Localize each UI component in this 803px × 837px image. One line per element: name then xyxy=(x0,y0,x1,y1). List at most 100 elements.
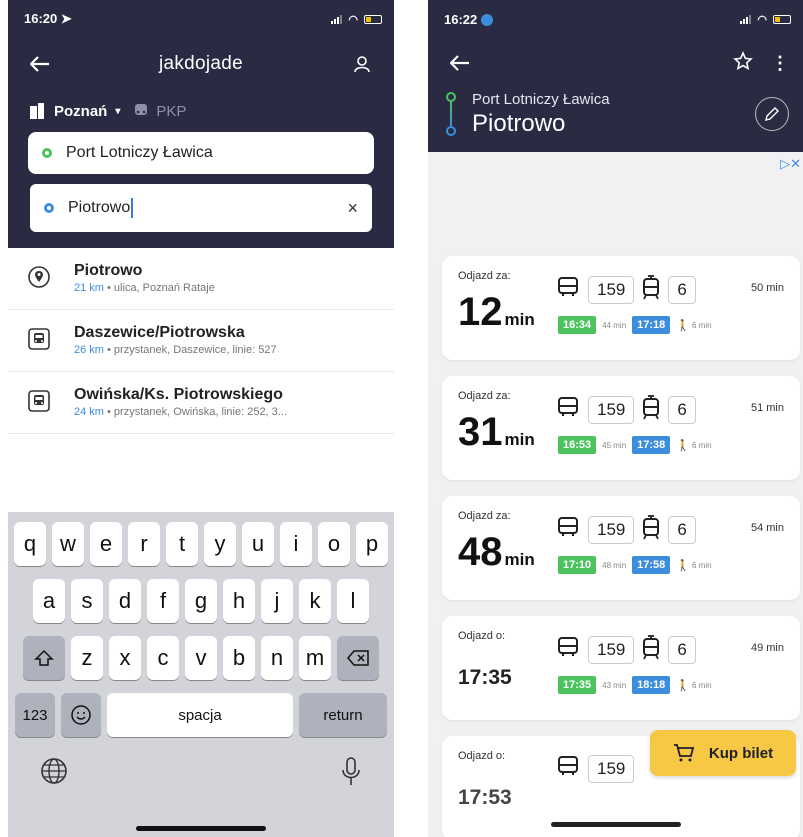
to-value: Piotrowo xyxy=(68,199,131,216)
list-item[interactable]: Daszewice/Piotrowska 26 km • przystanek,… xyxy=(8,310,394,372)
route-line-icon xyxy=(446,92,456,136)
buy-ticket-button[interactable]: Kup bilet xyxy=(650,730,796,776)
trip-card[interactable]: Odjazd za: 48 min 159 6 54 min 17:10 48 m… xyxy=(442,496,800,600)
key-e[interactable]: e xyxy=(90,522,122,566)
trip-duration: 49 min xyxy=(750,642,784,654)
return-key[interactable]: return xyxy=(299,693,387,737)
pkp-toggle[interactable]: PKP xyxy=(132,102,186,120)
key-j[interactable]: j xyxy=(261,579,293,623)
train-icon xyxy=(135,104,148,115)
walking-icon: 🚶 xyxy=(676,559,690,572)
key-b[interactable]: b xyxy=(223,636,255,680)
key-n[interactable]: n xyxy=(261,636,293,680)
backspace-key[interactable] xyxy=(337,636,379,680)
ad-banner[interactable]: ▷✕ xyxy=(428,152,803,222)
list-item[interactable]: Piotrowo 21 km • ulica, Poznań Rataje xyxy=(8,248,394,310)
key-y[interactable]: y xyxy=(204,522,236,566)
user-icon[interactable] xyxy=(348,50,376,78)
space-key[interactable]: spacja xyxy=(107,693,293,737)
key-t[interactable]: t xyxy=(166,522,198,566)
key-r[interactable]: r xyxy=(128,522,160,566)
route-from: Port Lotniczy Ławica xyxy=(472,90,610,108)
shift-icon xyxy=(34,649,54,666)
signal-icon xyxy=(331,14,343,24)
transfer-gap: 44 min xyxy=(602,320,627,330)
emoji-key[interactable] xyxy=(61,693,101,737)
location-pin-icon xyxy=(26,264,52,290)
result-distance: 21 km xyxy=(74,282,104,294)
result-subtitle: • przystanek, Owińska, linie: 252, 3... xyxy=(103,406,287,418)
buy-ticket-label: Kup bilet xyxy=(708,744,774,762)
to-field[interactable]: Piotrowo × xyxy=(28,182,374,234)
line-number: 6 xyxy=(668,275,696,304)
trip-card[interactable]: Odjazd za: 31 min 159 6 51 min 16:53 45 m… xyxy=(442,376,800,480)
status-icons: ◠ xyxy=(740,13,791,26)
ad-choices-icon[interactable]: ▷✕ xyxy=(780,156,801,172)
list-item[interactable]: Owińska/Ks. Piotrowskiego 24 km • przyst… xyxy=(8,372,394,434)
key-w[interactable]: w xyxy=(52,522,84,566)
left-screen: 16:20 ➤ ◠ jakdojade Poznań ▾ PKP Port Lo… xyxy=(8,0,394,837)
back-arrow-icon[interactable] xyxy=(26,50,54,78)
departure-in: 31 min xyxy=(458,412,535,460)
key-d[interactable]: d xyxy=(109,579,141,623)
bus-icon xyxy=(556,635,580,664)
key-u[interactable]: u xyxy=(242,522,274,566)
time-badge-transfer: 18:18 xyxy=(632,676,671,694)
clear-icon[interactable]: × xyxy=(347,198,358,219)
line-number: 159 xyxy=(588,275,635,304)
keyboard-row-3: z x c v b n m xyxy=(11,636,391,680)
key-i[interactable]: i xyxy=(280,522,312,566)
home-indicator xyxy=(550,822,681,827)
departure-value: 31 xyxy=(458,410,503,454)
city-selector[interactable]: Poznań ▾ xyxy=(28,102,120,120)
departure-label: Odjazd za: xyxy=(458,510,511,522)
key-g[interactable]: g xyxy=(185,579,217,623)
trip-card[interactable]: Odjazd za: 12 min 159 6 50 min 16:34 44 m… xyxy=(442,256,800,360)
key-z[interactable]: z xyxy=(71,636,103,680)
trip-duration: 50 min xyxy=(750,282,784,294)
key-x[interactable]: x xyxy=(109,636,141,680)
search-header: 16:20 ➤ ◠ jakdojade Poznań ▾ PKP Port Lo… xyxy=(8,0,394,248)
walk-time: 6 min xyxy=(692,320,712,330)
departure-clock: 17:53 xyxy=(458,786,512,809)
departure-label: Odjazd za: xyxy=(458,390,511,402)
transfer-gap: 48 min xyxy=(602,560,627,570)
line-number: 6 xyxy=(668,635,696,664)
globe-icon[interactable] xyxy=(39,756,69,793)
key-o[interactable]: o xyxy=(318,522,350,566)
result-title: Daszewice/Piotrowska xyxy=(74,324,245,341)
trip-card[interactable]: Odjazd o: 17:35 159 6 49 min 17:35 43 mi… xyxy=(442,616,800,720)
trip-duration: 54 min xyxy=(750,522,784,534)
key-v[interactable]: v xyxy=(185,636,217,680)
key-k[interactable]: k xyxy=(299,579,331,623)
key-m[interactable]: m xyxy=(299,636,331,680)
numbers-key[interactable]: 123 xyxy=(15,693,55,737)
key-a[interactable]: a xyxy=(33,579,65,623)
key-q[interactable]: q xyxy=(14,522,46,566)
key-l[interactable]: l xyxy=(337,579,369,623)
bus-stop-icon xyxy=(26,388,52,414)
emoji-icon xyxy=(71,705,91,725)
microphone-icon[interactable] xyxy=(339,756,363,793)
tram-icon xyxy=(642,514,660,545)
key-p[interactable]: p xyxy=(356,522,388,566)
back-arrow-icon[interactable] xyxy=(446,49,474,77)
key-s[interactable]: s xyxy=(71,579,103,623)
result-subtitle: • ulica, Poznań Rataje xyxy=(103,282,215,294)
key-c[interactable]: c xyxy=(147,636,179,680)
backspace-icon xyxy=(347,650,369,666)
shift-key[interactable] xyxy=(23,636,65,680)
from-field[interactable]: Port Lotniczy Ławica xyxy=(28,132,374,174)
key-h[interactable]: h xyxy=(223,579,255,623)
star-icon[interactable] xyxy=(733,50,753,76)
more-vertical-icon[interactable]: ⋮ xyxy=(771,54,789,72)
line-number: 159 xyxy=(588,515,635,544)
signal-icon xyxy=(740,14,752,24)
status-time: 16:22 xyxy=(444,11,478,27)
status-time: 16:20 xyxy=(24,11,58,26)
route-to: Piotrowo xyxy=(472,109,566,137)
results-list: Piotrowo 21 km • ulica, Poznań Rataje Da… xyxy=(8,248,394,434)
result-distance: 26 km xyxy=(74,344,104,356)
edit-route-button[interactable] xyxy=(755,97,789,131)
key-f[interactable]: f xyxy=(147,579,179,623)
